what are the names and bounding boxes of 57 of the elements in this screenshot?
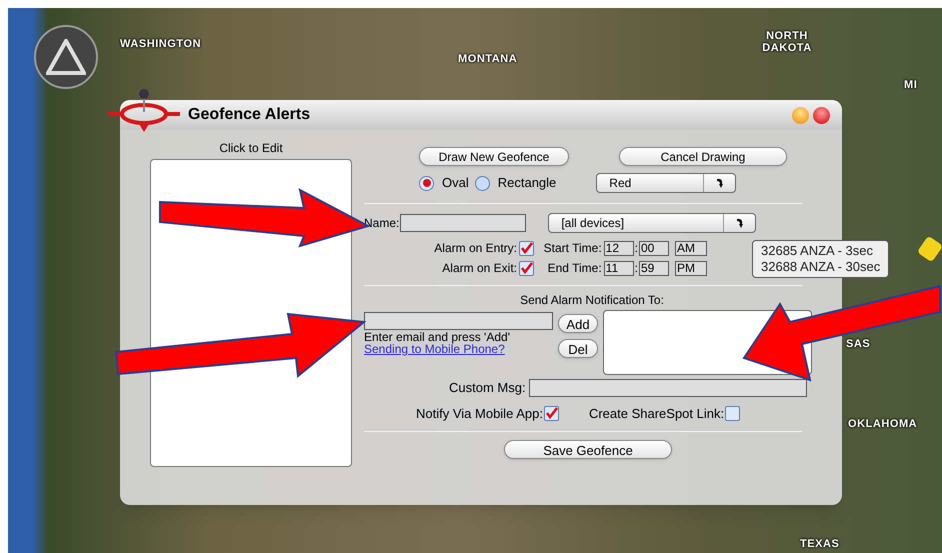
map-label: WASHINGTON [120,38,202,50]
save-geofence-button[interactable]: Save Geofence [504,440,672,459]
geofence-logo-icon [106,86,182,134]
checkbox-label: Alarm on Exit: [442,260,517,277]
device-select[interactable]: [all devices] [548,213,756,233]
delete-button[interactable]: Del [558,339,598,358]
time-label: End Time: [548,260,602,277]
ampm-field[interactable]: AM [675,240,707,256]
draw-geofence-button[interactable]: Draw New Geofence [419,147,569,166]
map-label: TEXAS [800,538,840,550]
checkbox-label: Create ShareSpot Link: [588,404,724,423]
map-label: MI [904,79,918,91]
hour-field[interactable]: 11 [604,260,634,276]
checkbox-label: Alarm on Entry: [434,240,517,257]
checkbox[interactable] [519,240,534,256]
checkbox[interactable] [544,406,559,421]
tooltip-line: 32688 ANZA - 30sec [761,259,880,275]
time-separator: : [634,260,639,277]
radio-button[interactable] [419,176,434,190]
map-label: OKLAHOMA [848,418,918,430]
map-label: NORTH DAKOTA [761,30,813,54]
email-field[interactable] [364,312,553,330]
checkbox-label: Notify Via Mobile App: [416,404,543,423]
check-icon [544,406,558,420]
cancel-drawing-button[interactable]: Cancel Drawing [619,147,787,166]
email-hint: Enter email and press 'Add' [364,331,511,343]
time-label: Start Time: [544,240,602,257]
list-header: Click to Edit [219,140,283,157]
window-title: Geofence Alerts [188,105,312,125]
ampm-field[interactable]: PM [675,260,707,276]
color-select[interactable]: Red [596,173,736,193]
map-label: SAS [846,338,870,350]
select-value: [all devices] [560,215,626,232]
tooltip-line: 32685 ANZA - 3sec [761,243,874,259]
field-label: Custom Msg: [449,379,526,397]
caret-icon [714,177,725,189]
map-label: MONTANA [458,53,518,65]
minute-field[interactable]: 00 [639,240,669,256]
field-label: Name: [364,215,400,232]
mobile-phone-link[interactable]: Sending to Mobile Phone? [364,343,558,356]
name-field[interactable] [400,214,526,232]
hour-field[interactable]: 12 [604,240,634,256]
select-value: Red [608,175,632,192]
radio-label: Oval [442,174,469,192]
check-icon [520,242,533,254]
section-heading: Send Alarm Notification To: [520,292,664,309]
time-separator: : [634,240,639,257]
close-button[interactable] [813,106,830,124]
custom-message-field[interactable] [528,378,807,397]
add-button[interactable]: Add [558,314,598,333]
caret-icon [734,217,745,229]
checkbox[interactable] [725,406,740,421]
minute-field[interactable]: 59 [639,260,669,276]
radio-label: Rectangle [498,174,556,192]
check-icon [520,262,533,274]
radio-button[interactable] [474,176,490,190]
checkbox[interactable] [519,260,534,276]
